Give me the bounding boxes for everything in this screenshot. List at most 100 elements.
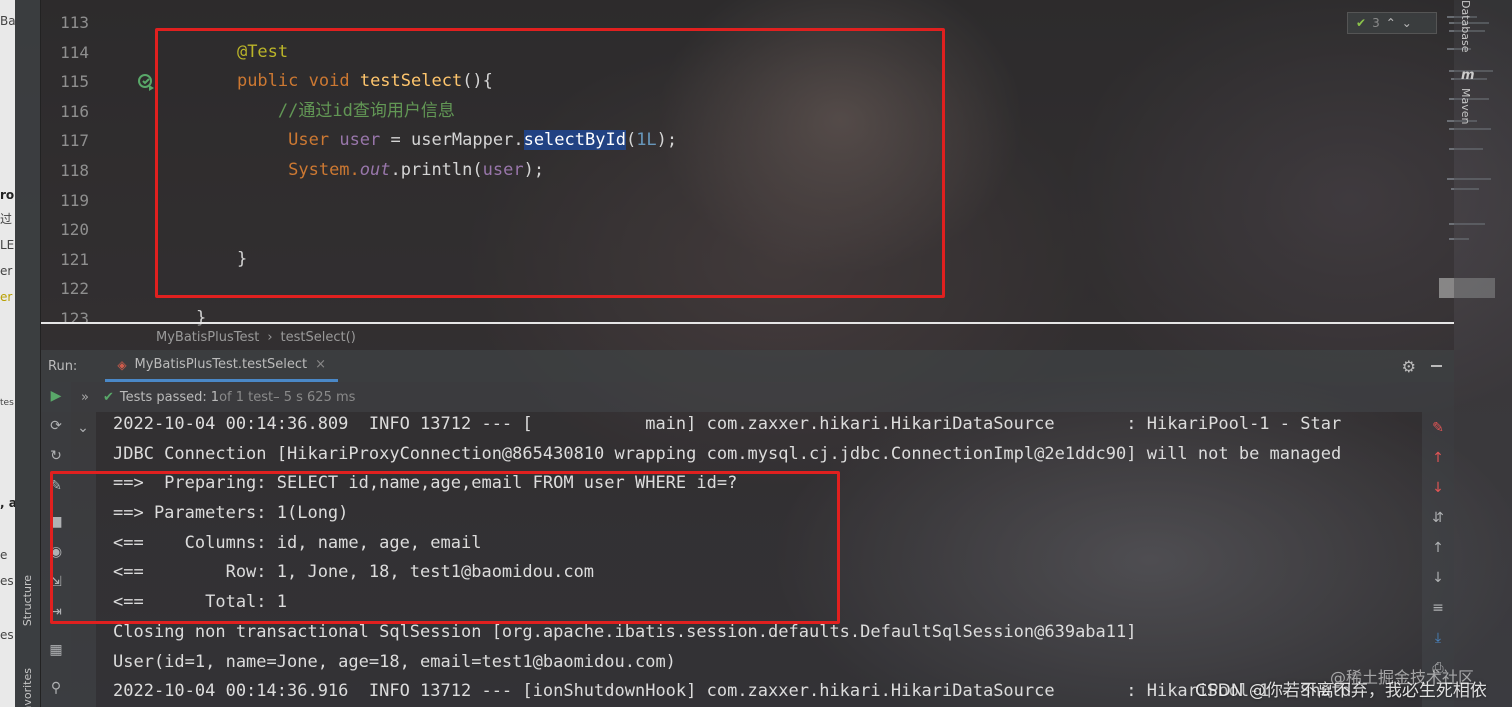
- close-call: );: [656, 130, 678, 151]
- run-test-gutter-icon[interactable]: [137, 73, 155, 91]
- console-line: ==> Preparing: SELECT id,name,age,email …: [113, 473, 738, 494]
- tests-duration: – 5 s 625 ms: [273, 389, 356, 405]
- breadcrumb-class[interactable]: MyBatisPlusTest: [156, 330, 259, 345]
- console-output[interactable]: 2022-10-04 00:14:36.809 INFO 13712 --- […: [96, 412, 1422, 707]
- console-line: ==> Parameters: 1(Long): [113, 503, 349, 524]
- code-line: //通过id查询用户信息: [196, 97, 677, 127]
- code-line: System.out.println(user);: [196, 156, 677, 186]
- tests-passed-count: 1: [210, 389, 220, 405]
- layout-icon[interactable]: ▦: [48, 642, 64, 658]
- inspection-widget[interactable]: ✔ 3 ⌃ ⌄: [1347, 12, 1437, 34]
- run-config-tab[interactable]: ◈ MyBatisPlusTest.testSelect ×: [105, 350, 338, 382]
- assignment: = userMapper.: [380, 130, 524, 151]
- line-number: 120: [60, 220, 89, 240]
- run-tool-window-header: Run: ◈ MyBatisPlusTest.testSelect × ⚙: [41, 350, 1454, 382]
- pin-icon[interactable]: ⚲: [48, 680, 64, 696]
- run-tab-label: MyBatisPlusTest.testSelect: [134, 357, 308, 372]
- line-number: 113: [60, 13, 89, 32]
- run-label: Run:: [48, 358, 78, 374]
- gear-icon[interactable]: ⚙: [1402, 357, 1416, 376]
- arrow-up-red-icon[interactable]: ↑: [1430, 450, 1446, 466]
- minimize-icon[interactable]: [1431, 365, 1442, 367]
- toggle-auto-test-icon[interactable]: ↻: [48, 448, 64, 464]
- chevron-up-icon[interactable]: ⌃: [1386, 16, 1396, 30]
- sort-icon[interactable]: ⇵: [1430, 510, 1446, 526]
- favorites-tool-label[interactable]: Favorites: [21, 668, 34, 707]
- test-status-bar: » ✔ Tests passed: 1 of 1 test – 5 s 625 …: [41, 382, 1454, 412]
- console-line: <== Columns: id, name, age, email: [113, 532, 482, 553]
- println-call: .println(: [390, 159, 483, 180]
- println-close: );: [523, 159, 545, 180]
- field-out: out: [359, 159, 391, 180]
- export-icon[interactable]: ⇲: [48, 574, 64, 590]
- maven-tool-label[interactable]: Maven: [1459, 88, 1472, 124]
- console-line: <== Total: 1: [113, 592, 287, 613]
- rerun-icon[interactable]: ▶: [48, 388, 64, 404]
- breadcrumb-method[interactable]: testSelect(): [281, 330, 356, 345]
- clear-console-icon[interactable]: ✎: [1430, 420, 1446, 436]
- console-side-toolbar: ✎ ↑ ↓ ⇵ ↑ ↓ ≡ ⤓ ⎙: [1422, 412, 1454, 707]
- wrench-icon[interactable]: ✎: [48, 478, 64, 494]
- double-chevron-icon[interactable]: »: [81, 390, 89, 405]
- stop-icon[interactable]: ■: [48, 514, 64, 530]
- line-number: 116: [60, 101, 89, 121]
- arrow-up-icon[interactable]: ↑: [1430, 540, 1446, 556]
- scroll-to-end-icon[interactable]: ⤓: [1430, 630, 1446, 646]
- line-number: 115: [60, 72, 89, 92]
- check-icon: ✔: [1356, 16, 1367, 30]
- open-paren: (: [625, 130, 637, 151]
- arrow-down-red-icon[interactable]: ↓: [1430, 480, 1446, 496]
- line-number-gutter: 113 114 115 116 117 118 119 120 121 122 …: [41, 8, 101, 334]
- breadcrumb: MyBatisPlusTest › testSelect(): [41, 322, 1454, 350]
- console-line: Closing non transactional SqlSession [or…: [113, 621, 1137, 642]
- console-line: JDBC Connection [HikariProxyConnection@8…: [113, 443, 1342, 464]
- type-user: User: [288, 130, 330, 151]
- line-number: 114: [60, 42, 89, 62]
- test-tree-collapsed: ⌄: [71, 412, 96, 707]
- right-tool-window-strip: Database m Maven: [1454, 0, 1512, 707]
- rerun-failed-icon[interactable]: ⟳: [48, 418, 64, 434]
- soft-wrap-icon[interactable]: ≡: [1430, 600, 1446, 616]
- structure-tool-label[interactable]: Structure: [21, 575, 34, 626]
- close-icon[interactable]: ×: [315, 357, 326, 372]
- code-line: User user = userMapper.selectById(1L);: [196, 126, 677, 156]
- console-line: User(id=1, name=Jone, age=18, email=test…: [113, 651, 676, 672]
- code-line: }: [196, 245, 677, 275]
- arrow-down-icon[interactable]: ↓: [1430, 570, 1446, 586]
- line-number: 119: [60, 190, 89, 210]
- line-number: 121: [60, 249, 89, 269]
- println-argument: user: [482, 159, 524, 180]
- code-text[interactable]: @Test public void testSelect(){ //通过id查询…: [196, 8, 677, 334]
- keyword-public: public: [236, 71, 299, 92]
- left-tool-window-strip: Structure Favorites: [15, 0, 41, 707]
- method-name: testSelect: [359, 71, 463, 92]
- chevron-down-icon[interactable]: ⌄: [75, 420, 91, 436]
- keyword-void: void: [308, 71, 350, 92]
- database-tool-label[interactable]: Database: [1459, 0, 1472, 53]
- login-icon[interactable]: ⇥: [48, 604, 64, 620]
- check-icon: ✔: [102, 389, 114, 405]
- code-line: @Test: [196, 38, 677, 68]
- method-signature-tail: (){: [462, 71, 493, 92]
- chevron-down-icon[interactable]: ⌄: [1402, 16, 1412, 30]
- camera-icon[interactable]: ◉: [48, 544, 64, 560]
- inspection-count: 3: [1372, 16, 1380, 30]
- tests-passed-label: Tests passed:: [119, 389, 207, 405]
- console-line: 2022-10-04 00:14:36.809 INFO 13712 --- […: [113, 414, 1342, 434]
- console-line: <== Row: 1, Jone, 18, test1@baomidou.com: [113, 562, 595, 583]
- tests-total: of 1 test: [219, 389, 274, 405]
- variable-user: user: [339, 130, 381, 151]
- maven-icon[interactable]: m: [1461, 68, 1475, 83]
- system-class: System.: [288, 159, 360, 180]
- code-editor[interactable]: 113 114 115 116 117 118 119 120 121 122 …: [41, 0, 1495, 328]
- run-toolbar: ▶ ⟳ ↻ ✎ ■ ◉ ⇲ ⇥ ▦ ⚲: [41, 382, 71, 707]
- juejin-watermark: @稀土掘金技术社区: [1330, 668, 1475, 687]
- line-number: 122: [60, 279, 89, 299]
- code-comment: //通过id查询用户信息: [277, 100, 455, 121]
- line-number: 117: [60, 131, 89, 151]
- line-number: 118: [60, 160, 89, 180]
